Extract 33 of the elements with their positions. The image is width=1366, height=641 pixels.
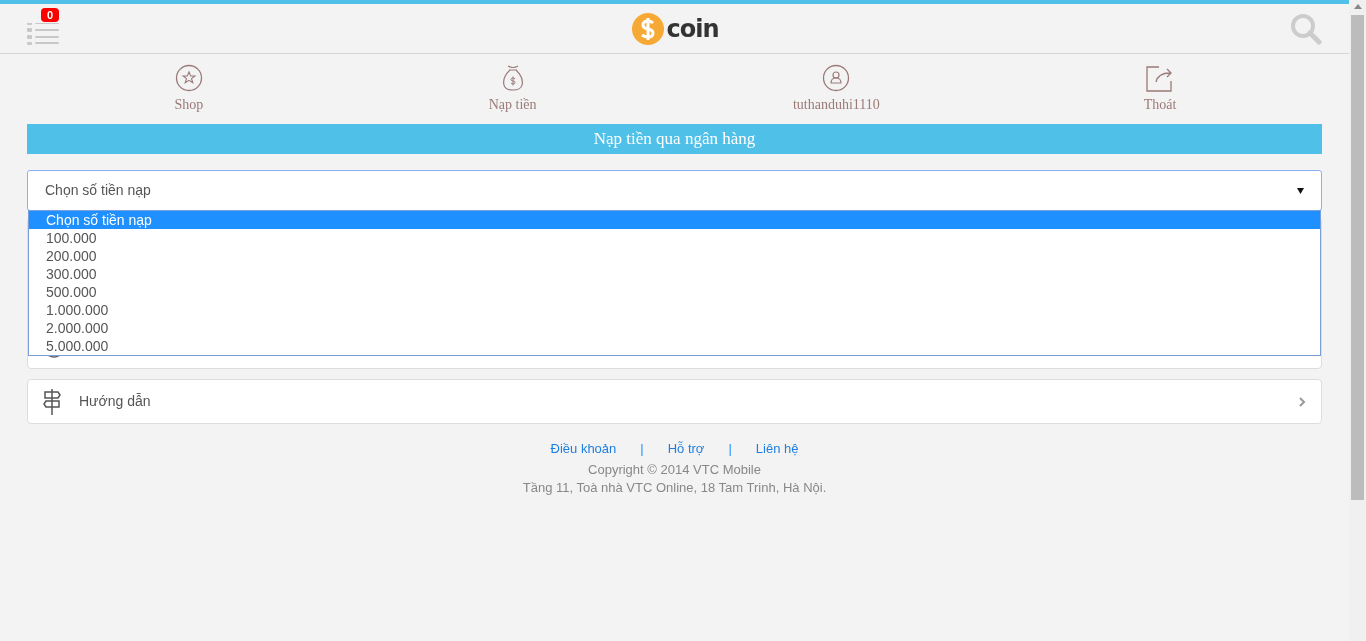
copyright-text: Copyright © 2014 VTC Mobile xyxy=(588,461,761,479)
dropdown-option[interactable]: 1.000.000 xyxy=(29,301,1320,319)
search-icon[interactable] xyxy=(1290,12,1322,45)
user-icon xyxy=(822,63,851,92)
link-separator: | xyxy=(640,440,644,458)
signpost-icon xyxy=(43,387,61,416)
notification-badge: 0 xyxy=(41,7,60,22)
nav-link[interactable]: Thoát xyxy=(998,63,1322,115)
dropdown-option[interactable]: 300.000 xyxy=(29,265,1320,283)
amount-select[interactable]: Chọn số tiền nạp xyxy=(27,170,1322,211)
footer-link[interactable]: Điều khoản xyxy=(550,440,617,458)
dropdown-option[interactable]: 200.000 xyxy=(29,247,1320,265)
logo-text: coin xyxy=(666,13,719,45)
scrollbar-thumb[interactable] xyxy=(1351,15,1364,500)
dropdown-caret-icon xyxy=(1297,187,1304,194)
money-bag-icon xyxy=(500,63,525,92)
link-separator: | xyxy=(728,440,732,458)
list-menu-icon[interactable] xyxy=(27,22,60,45)
section-title: Nạp tiền qua ngân hàng xyxy=(27,124,1322,154)
guide-row[interactable]: Hướng dẫn xyxy=(27,379,1322,424)
dropdown-option[interactable]: 500.000 xyxy=(29,283,1320,301)
scroll-up-arrow-icon[interactable] xyxy=(1353,4,1362,9)
nav-link[interactable]: Shop xyxy=(27,63,351,115)
dropdown-option[interactable]: 100.000 xyxy=(29,229,1320,247)
dropdown-option[interactable]: 2.000.000 xyxy=(29,319,1320,337)
dollar-coin-icon xyxy=(632,12,665,45)
nav-link[interactable]: tuthanduhi1110 xyxy=(674,63,999,115)
address-text: Tầng 11, Toà nhà VTC Online, 18 Tam Trinh, Hà Nội. xyxy=(522,479,827,497)
footer-link[interactable]: Hỗ trợ xyxy=(667,440,705,458)
chevron-right-icon xyxy=(1298,396,1306,407)
footer-link[interactable]: Liên hệ xyxy=(755,440,799,458)
nav-link[interactable]: Nạp tiền xyxy=(350,63,675,115)
dropdown-option[interactable]: 5.000.000 xyxy=(29,337,1320,355)
